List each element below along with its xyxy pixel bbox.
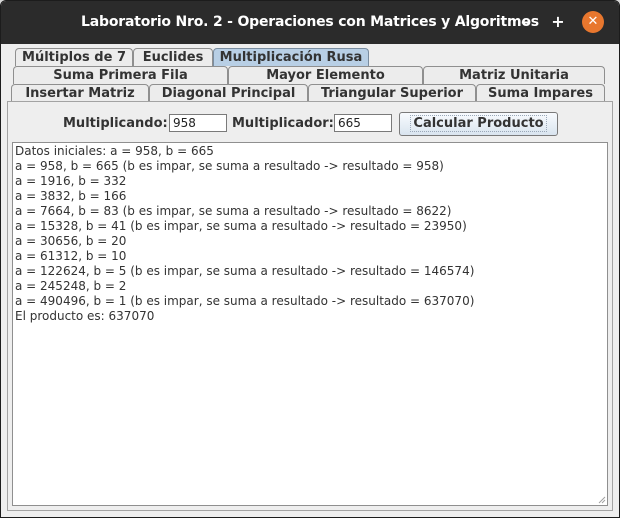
output-line: a = 30656, b = 20 [15,234,127,248]
close-button[interactable]: ✕ [582,11,604,33]
tab-multiplos-de-7[interactable]: Múltiplos de 7 [15,48,133,66]
app-window: Laboratorio Nro. 2 - Operaciones con Mat… [0,0,620,518]
multiplicador-input[interactable]: 665 [334,114,392,132]
tab-triangular-superior[interactable]: Triangular Superior [308,84,476,102]
maximize-button[interactable]: + [547,11,569,33]
multiplicando-input[interactable]: 958 [169,114,227,132]
output-line: a = 61312, b = 10 [15,249,127,263]
minimize-button[interactable]: – [514,11,536,33]
output-line: a = 1916, b = 332 [15,174,127,188]
output-text-area[interactable]: Datos iniciales: a = 958, b = 665 a = 95… [12,142,608,506]
output-line: a = 490496, b = 1 (b es impar, se suma a… [15,294,475,308]
tab-content-panel: Multiplicando: 958 Multiplicador: 665 Ca… [7,101,613,511]
tab-matriz-unitaria[interactable]: Matriz Unitaria [423,66,605,84]
tab-diagonal-principal[interactable]: Diagonal Principal [149,84,308,102]
output-line: a = 15328, b = 41 (b es impar, se suma a… [15,219,467,233]
resize-grip-icon [598,496,606,504]
output-line: a = 7664, b = 83 (b es impar, se suma a … [15,204,452,218]
output-line: a = 245248, b = 2 [15,279,127,293]
multiplicador-label: Multiplicador: [232,116,334,131]
input-form: Multiplicando: 958 Multiplicador: 665 Ca… [8,102,612,140]
output-line: Datos iniciales: a = 958, b = 665 [15,144,214,158]
tab-suma-primera-fila[interactable]: Suma Primera Fila [13,66,228,84]
output-line: a = 958, b = 665 (b es impar, se suma a … [15,159,444,173]
tab-mayor-elemento[interactable]: Mayor Elemento [228,66,423,84]
calcular-producto-button[interactable]: Calcular Producto [399,112,558,136]
multiplicando-label: Multiplicando: [63,116,168,131]
title-bar[interactable]: Laboratorio Nro. 2 - Operaciones con Mat… [1,1,619,44]
tab-euclides[interactable]: Euclides [133,48,213,66]
output-line: a = 3832, b = 166 [15,189,127,203]
output-line: a = 122624, b = 5 (b es impar, se suma a… [15,264,475,278]
output-result-line: El producto es: 637070 [15,309,155,323]
tab-suma-impares[interactable]: Suma Impares [476,84,605,102]
tab-multiplicacion-rusa[interactable]: Multiplicación Rusa [213,48,369,66]
tab-insertar-matriz[interactable]: Insertar Matriz [11,84,149,102]
calcular-producto-label: Calcular Producto [410,115,547,132]
